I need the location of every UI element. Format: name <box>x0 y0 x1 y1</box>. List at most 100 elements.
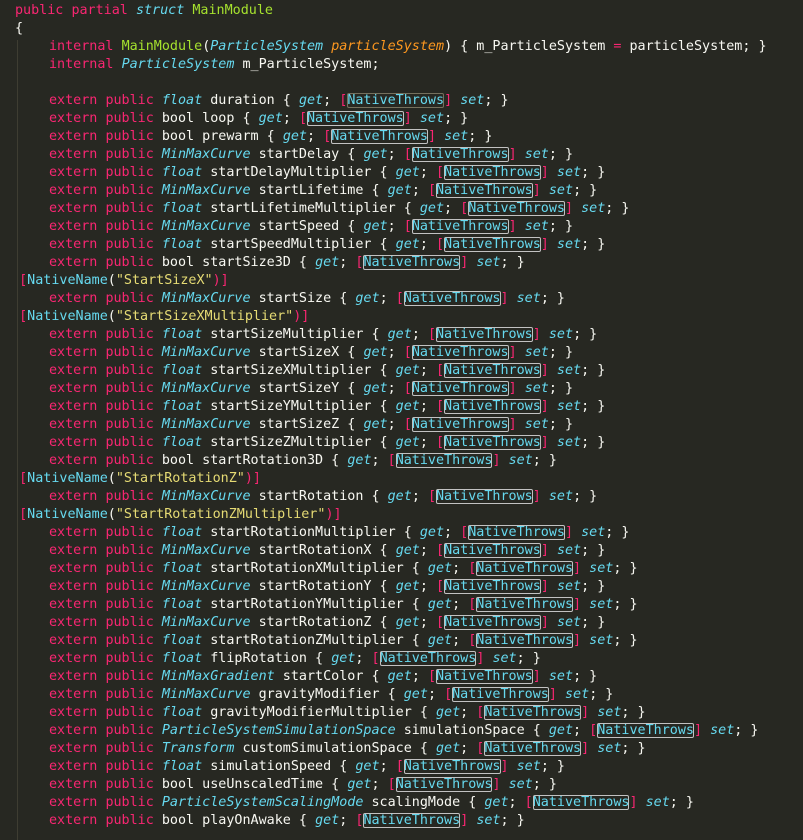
code-token: ] <box>508 381 517 396</box>
code-token: ParticleSystem <box>121 57 235 72</box>
code-token: ; <box>323 93 340 108</box>
property-name: startDelay { <box>250 147 364 162</box>
property-line: extern public bool prewarm { get; [Nativ… <box>0 128 803 146</box>
code-line-text: extern public MinMaxCurve startRotationY… <box>49 578 605 596</box>
code-token: extern <box>49 381 98 396</box>
code-token: public <box>105 615 154 630</box>
code-token: ; <box>573 723 590 738</box>
code-token: get <box>347 453 372 468</box>
property-type: bool <box>161 777 195 792</box>
attribute-line: [NativeName("StartSizeXMultiplier")] <box>0 308 803 326</box>
code-token: get <box>363 381 388 396</box>
code-line-text: extern public float startRotationXMultip… <box>49 560 638 578</box>
code-token: get <box>355 291 380 306</box>
native-throws-highlight: NativeThrows <box>484 705 582 720</box>
code-token: ; } <box>573 489 598 504</box>
code-token: extern <box>49 255 98 270</box>
code-token: ; } <box>734 723 759 738</box>
code-token: )] <box>325 507 342 522</box>
code-token: [ <box>524 795 533 810</box>
code-line-text: extern public float startSizeXMultiplier… <box>49 362 605 380</box>
code-token: ParticleSystem <box>210 39 324 54</box>
code-token: ] <box>444 93 453 108</box>
native-throws-highlight: NativeThrows <box>532 795 630 810</box>
code-editor[interactable]: public partial struct MainModule{interna… <box>0 2 803 840</box>
code-token: extern <box>49 291 98 306</box>
code-token: get <box>387 489 412 504</box>
code-line-text: extern public Transform customSimulation… <box>49 740 646 758</box>
property-type: MinMaxCurve <box>161 579 251 594</box>
code-line-text: extern public float simulationSpeed { ge… <box>49 758 565 776</box>
code-token: [ <box>436 615 445 630</box>
code-token: ] <box>564 525 574 540</box>
code-line-text: extern public MinMaxCurve startSizeX { g… <box>49 344 573 362</box>
code-line-text: extern public bool startRotation3D { get… <box>49 452 557 470</box>
attribute-value: "StartSizeXMultiplier" <box>115 309 294 324</box>
code-token: ; } <box>581 237 606 252</box>
code-token: ; } <box>581 615 606 630</box>
code-token: set <box>524 219 549 234</box>
property-line: extern public MinMaxCurve startSpeed { g… <box>0 218 803 236</box>
code-token: set <box>589 561 614 576</box>
property-type: bool <box>161 129 195 144</box>
code-token: ] <box>532 327 541 342</box>
code-token: set <box>556 579 582 594</box>
native-throws-highlight: NativeThrows <box>411 417 509 432</box>
code-token: get <box>282 129 307 144</box>
code-token: get <box>347 777 372 792</box>
code-token: public <box>105 669 154 684</box>
code-token: ] <box>540 435 549 450</box>
property-line: extern public MinMaxCurve startDelay { g… <box>0 146 803 164</box>
property-name: startRotationXMultiplier { <box>202 561 428 576</box>
native-throws-highlight: NativeThrows <box>436 489 533 504</box>
code-token: partial <box>71 3 128 18</box>
property-name: startSizeZ { <box>250 417 364 432</box>
native-throws-highlight: NativeThrows <box>331 129 428 144</box>
code-token: set <box>516 291 541 306</box>
code-token: extern <box>49 435 98 450</box>
code-token: ] <box>508 219 517 234</box>
code-token: ; } <box>540 759 565 774</box>
property-type: MinMaxCurve <box>161 615 251 630</box>
code-line-text: extern public bool playOnAwake { get; [N… <box>49 812 525 830</box>
code-token: ] <box>540 399 549 414</box>
code-token: ; } <box>548 219 574 234</box>
code-token: ; <box>444 201 461 216</box>
code-token: ; } <box>581 165 606 180</box>
property-line: extern public MinMaxCurve startSize { ge… <box>0 290 803 308</box>
native-throws-highlight: NativeThrows <box>403 291 501 306</box>
code-line-text: extern public bool useUnscaledTime { get… <box>49 776 557 794</box>
code-line-text: extern public MinMaxGradient startColor … <box>49 668 597 686</box>
code-token: [ <box>427 183 436 198</box>
code-token: extern <box>49 561 98 576</box>
code-token: [ <box>19 507 28 522</box>
code-token: [ <box>371 651 380 666</box>
code-token: ] <box>540 237 549 252</box>
code-line-text: extern public MinMaxCurve startSizeY { g… <box>49 380 573 398</box>
code-line-text: extern public float startRotationMultipl… <box>49 524 629 542</box>
code-token: particleSystem <box>331 39 445 54</box>
property-type: float <box>161 237 203 252</box>
code-token: extern <box>49 489 98 504</box>
code-token: set <box>548 489 574 504</box>
code-token: [ <box>387 453 396 468</box>
code-token: set <box>556 237 582 252</box>
